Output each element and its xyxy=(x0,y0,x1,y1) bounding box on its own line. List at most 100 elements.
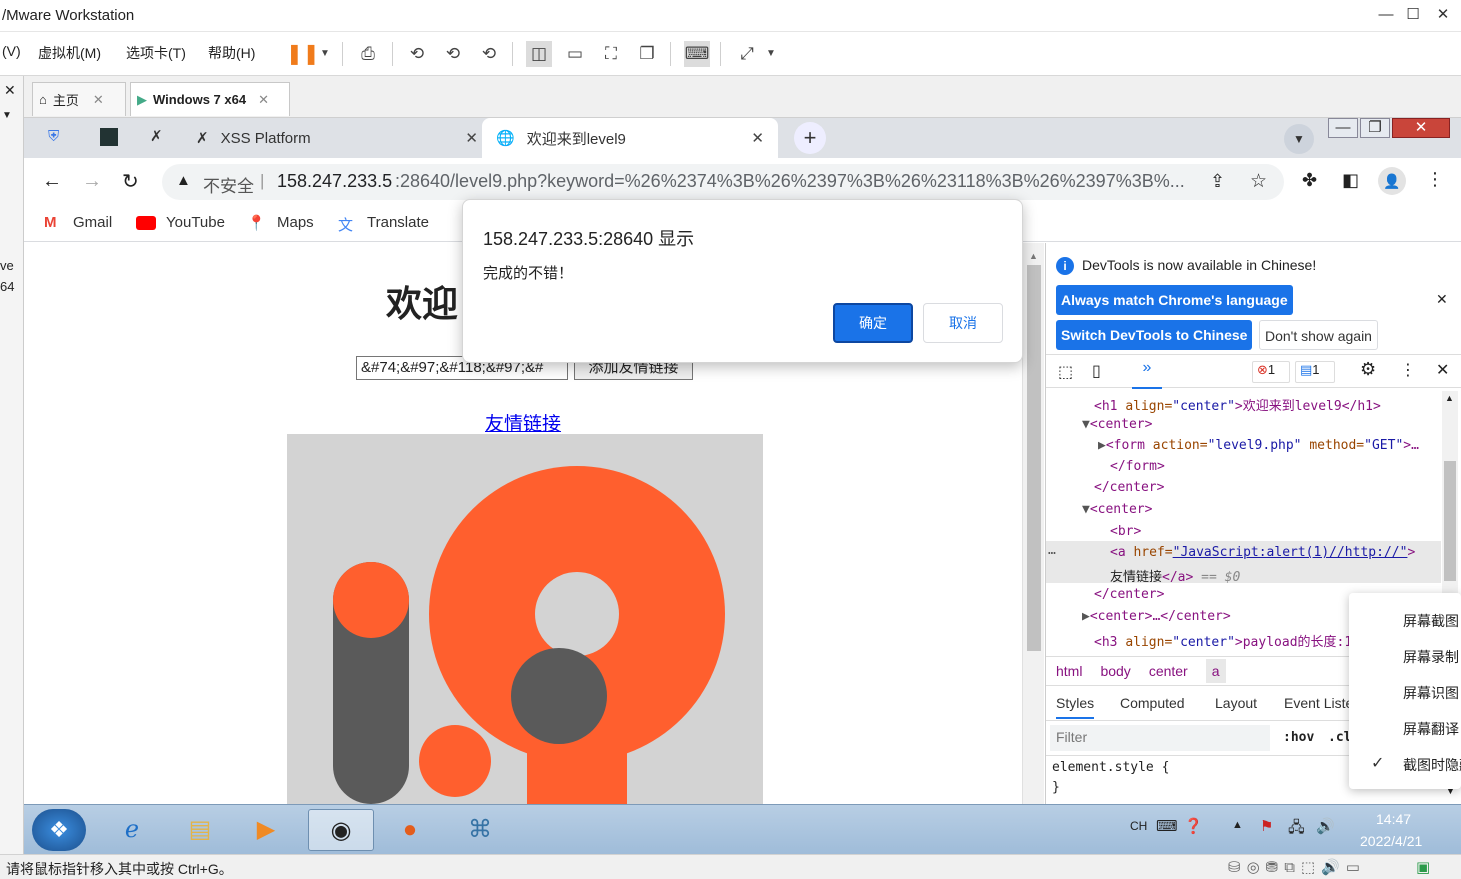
start-button[interactable]: ❖ xyxy=(32,809,86,851)
crumb-center[interactable]: center xyxy=(1149,663,1188,679)
keyboard-icon[interactable]: ⌨ xyxy=(1156,817,1178,835)
stretch-icon[interactable]: ⤢ xyxy=(734,41,760,67)
dom-node[interactable]: </center> xyxy=(1094,587,1164,602)
dom-node[interactable]: <br> xyxy=(1110,524,1141,539)
console-view-icon[interactable]: ▭ xyxy=(562,41,588,67)
menu-tabs[interactable]: 选项卡(T) xyxy=(126,43,186,63)
restore-icon[interactable]: ❐ xyxy=(1360,118,1390,138)
close-icon[interactable]: ✕ xyxy=(751,129,764,147)
python-icon[interactable]: ⌘ xyxy=(452,809,508,851)
menu-item-translate[interactable]: 屏幕翻译 xyxy=(1403,719,1459,739)
media-player-icon[interactable]: ▶ xyxy=(238,809,294,851)
minimize-icon[interactable]: — xyxy=(1373,4,1399,26)
dont-show-button[interactable]: Don't show again xyxy=(1259,320,1378,350)
dom-node[interactable]: ▶<form action="level9.php" method="GET">… xyxy=(1098,438,1419,453)
friend-link[interactable]: 友情链接 xyxy=(485,409,561,436)
close-icon[interactable]: ✕ xyxy=(93,92,104,108)
sidepanel-icon[interactable]: ◧ xyxy=(1342,170,1359,191)
bookmark-maps[interactable]: Maps xyxy=(277,214,314,231)
bookmark-youtube[interactable]: YouTube xyxy=(166,214,225,231)
dom-node[interactable]: <h1 align="center">欢迎来到level9</h1> xyxy=(1094,395,1381,414)
inspect-icon[interactable]: ⬚ xyxy=(1058,362,1073,382)
close-icon[interactable]: ✕ xyxy=(1436,291,1448,308)
pause-icon[interactable]: ❚❚ xyxy=(286,41,320,67)
message-count[interactable]: ▤1 xyxy=(1295,361,1335,383)
revert-snapshot-icon[interactable]: ⟲ xyxy=(440,41,466,67)
chevron-down-icon[interactable]: ▼ xyxy=(2,110,12,121)
firefox-icon[interactable]: ● xyxy=(382,809,438,851)
scroll-thumb[interactable] xyxy=(1444,461,1456,581)
styles-filter-input[interactable]: Filter xyxy=(1050,725,1270,751)
back-icon[interactable]: ← xyxy=(42,170,62,193)
new-tab-button[interactable]: + xyxy=(794,122,826,154)
close-icon[interactable]: ✕ xyxy=(1392,118,1450,138)
bookmark-translate[interactable]: Translate xyxy=(367,214,429,231)
menu-item-image-recognition[interactable]: 屏幕识图 xyxy=(1403,683,1459,703)
dom-node[interactable]: ▶<center>…</center> xyxy=(1082,609,1231,624)
more-panels-icon[interactable]: » xyxy=(1132,359,1162,389)
dom-node-selected[interactable]: <a href="JavaScript:alert(1)//http://"> xyxy=(1110,545,1415,560)
ok-button[interactable]: 确定 xyxy=(833,303,913,343)
close-icon[interactable]: ✕ xyxy=(258,92,269,108)
error-count[interactable]: ⊗1 xyxy=(1252,361,1290,383)
page-scrollbar[interactable]: ▲ xyxy=(1022,243,1044,804)
tab-layout[interactable]: Layout xyxy=(1215,695,1257,711)
chevron-down-icon[interactable]: ▼ xyxy=(312,41,338,67)
dom-node[interactable]: ▼<center> xyxy=(1082,417,1152,432)
device-icons[interactable]: ⛁◎⛃⧉⬚🔊▭ xyxy=(1228,858,1366,876)
kebab-menu-icon[interactable]: ⋮ xyxy=(1400,360,1416,380)
terminal-tab-icon[interactable] xyxy=(100,128,118,146)
extensions-icon[interactable]: ✤ xyxy=(1302,170,1317,191)
hov-toggle[interactable]: :hov xyxy=(1283,730,1314,745)
clock-time[interactable]: 14:47 xyxy=(1376,811,1411,827)
menu-item-screenshot[interactable]: 屏幕截图 xyxy=(1403,611,1459,631)
tab-home[interactable]: ⌂ 主页 ✕ xyxy=(32,82,126,116)
explorer-icon[interactable]: ▤ xyxy=(172,809,228,851)
match-language-button[interactable]: Always match Chrome's language xyxy=(1056,285,1293,315)
maximize-icon[interactable]: ☐ xyxy=(1400,4,1426,26)
clock-date[interactable]: 2022/4/21 xyxy=(1360,833,1422,849)
gear-icon[interactable]: ⚙ xyxy=(1360,359,1376,380)
ie-icon[interactable]: ℯ xyxy=(104,809,160,851)
dom-node[interactable]: </center> xyxy=(1094,480,1164,495)
network-icon[interactable]: 🖧 xyxy=(1288,817,1305,842)
scroll-up-icon[interactable]: ▲ xyxy=(1029,251,1038,261)
ellipsis-icon[interactable]: … xyxy=(1048,543,1056,558)
profile-icon[interactable]: 👤 xyxy=(1378,167,1406,195)
volume-icon[interactable]: 🔊 xyxy=(1316,817,1335,835)
crumb-html[interactable]: html xyxy=(1056,663,1082,679)
bookmark-gmail[interactable]: Gmail xyxy=(73,214,112,231)
minimize-icon[interactable]: — xyxy=(1328,118,1358,138)
crumb-a[interactable]: a xyxy=(1205,659,1226,683)
crumb-body[interactable]: body xyxy=(1100,663,1130,679)
cancel-button[interactable]: 取消 xyxy=(923,303,1003,343)
snapshot-icon[interactable]: ⟲ xyxy=(404,41,430,67)
switch-chinese-button[interactable]: Switch DevTools to Chinese xyxy=(1056,320,1253,350)
menu-item-hide-on-capture[interactable]: 截图时隐藏 xyxy=(1403,755,1461,775)
send-keys-icon[interactable]: ⎙ xyxy=(355,41,381,67)
scroll-thumb[interactable] xyxy=(1027,265,1041,651)
share-icon[interactable]: ⇪ xyxy=(1210,171,1225,192)
tab-search-icon[interactable]: ▼ xyxy=(1284,124,1314,154)
notes-icon[interactable]: ▣ xyxy=(1416,858,1430,876)
action-center-icon[interactable]: ⚑ xyxy=(1260,817,1273,835)
star-icon[interactable]: ☆ xyxy=(1250,170,1267,193)
tray-expand-icon[interactable]: ▲ xyxy=(1232,819,1243,831)
sidebar-view-icon[interactable]: ◫ xyxy=(526,41,552,67)
menu-vm[interactable]: 虚拟机(M) xyxy=(38,43,101,63)
menu-help[interactable]: 帮助(H) xyxy=(208,43,255,63)
scroll-up-icon[interactable]: ▲ xyxy=(1445,393,1454,403)
tab-level9[interactable]: 🌐 欢迎来到level9 ✕ xyxy=(482,118,778,158)
tab-xss-platform[interactable]: ✗ XSS Platform ✕ xyxy=(184,118,478,158)
device-toolbar-icon[interactable]: ▯ xyxy=(1092,361,1101,381)
chevron-down-icon[interactable]: ▼ xyxy=(758,41,784,67)
chrome-taskbar-icon[interactable]: ◉ xyxy=(308,809,374,851)
dom-node[interactable]: </form> xyxy=(1110,459,1165,474)
close-icon[interactable]: ✕ xyxy=(4,82,16,99)
menu-icon[interactable]: ⋮ xyxy=(1426,169,1444,190)
reload-icon[interactable]: ↻ xyxy=(122,169,139,194)
tab-windows7[interactable]: ▶ Windows 7 x64 ✕ xyxy=(130,82,290,116)
close-icon[interactable]: ✕ xyxy=(465,129,478,147)
tab-computed[interactable]: Computed xyxy=(1120,695,1185,711)
forward-icon[interactable]: → xyxy=(82,170,102,193)
